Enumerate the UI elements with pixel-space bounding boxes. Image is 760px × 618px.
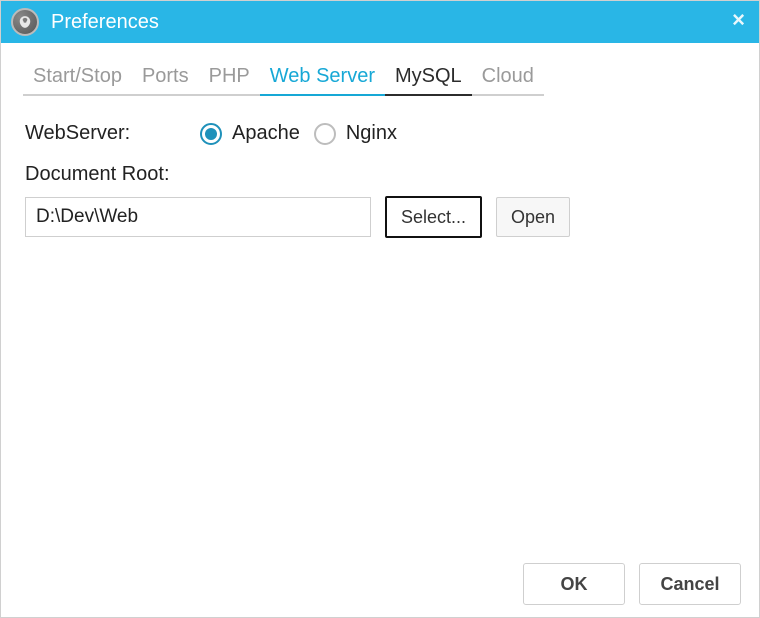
close-icon[interactable]: × [732,9,745,31]
radio-nginx-label: Nginx [346,122,397,145]
scrollbar-track [753,173,759,403]
tab-mysql[interactable]: MySQL [385,61,472,96]
tab-cloud[interactable]: Cloud [472,61,544,96]
window-title: Preferences [51,11,159,34]
mamp-icon [11,8,39,36]
tab-php[interactable]: PHP [199,61,260,96]
radio-apache-label: Apache [232,122,300,145]
tab-ports[interactable]: Ports [132,61,199,96]
tab-content-web-server: WebServer: Apache Nginx Document Root: S… [1,96,759,238]
tab-bar: Start/Stop Ports PHP Web Server MySQL Cl… [1,43,759,96]
radio-nginx[interactable]: Nginx [314,122,397,145]
tab-start-stop[interactable]: Start/Stop [23,61,132,96]
radio-unchecked-icon [314,123,336,145]
radio-checked-icon [200,123,222,145]
ok-button[interactable]: OK [523,563,625,605]
document-root-input[interactable] [25,197,371,237]
document-root-row: Select... Open [25,196,735,238]
preferences-dialog: Preferences × Start/Stop Ports PHP Web S… [0,0,760,618]
titlebar: Preferences × [1,1,759,43]
webserver-label: WebServer: [25,122,200,145]
select-button[interactable]: Select... [385,196,482,238]
document-root-label: Document Root: [25,163,735,186]
open-button[interactable]: Open [496,197,570,237]
radio-apache[interactable]: Apache [200,122,300,145]
webserver-radio-group: Apache Nginx [200,122,397,145]
tab-web-server[interactable]: Web Server [260,61,385,96]
cancel-button[interactable]: Cancel [639,563,741,605]
dialog-footer: OK Cancel [523,563,741,605]
webserver-row: WebServer: Apache Nginx [25,122,735,145]
